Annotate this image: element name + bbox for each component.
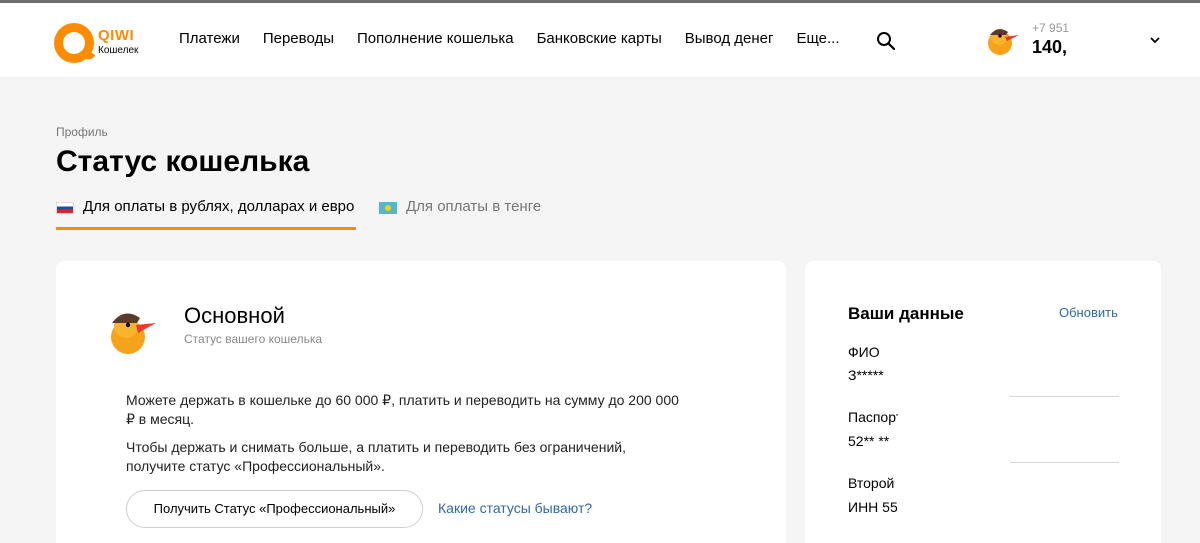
nav-bank-cards[interactable]: Банковские карты <box>537 30 662 47</box>
refresh-link[interactable]: Обновить <box>1059 305 1118 320</box>
chevron-down-icon[interactable] <box>1148 33 1162 47</box>
tab-tenge[interactable]: Для оплаты в тенге <box>379 198 541 230</box>
main-nav: Платежи Переводы Пополнение кошелька Бан… <box>179 30 863 47</box>
nav-payments[interactable]: Платежи <box>179 30 240 47</box>
tab-rub-usd-eur[interactable]: Для оплаты в рублях, долларах и евро <box>56 198 356 230</box>
your-data-card: Ваши данные Обновить ФИО З***** Паспорт … <box>805 261 1161 543</box>
wallet-status-card: Основной Статус вашего кошелька Можете д… <box>56 261 786 543</box>
breadcrumb[interactable]: Профиль <box>56 125 108 139</box>
divider <box>1010 462 1119 463</box>
qiwi-logo[interactable]: QIWI Кошелек <box>54 23 154 67</box>
nav-topup[interactable]: Пополнение кошелька <box>357 30 514 47</box>
your-data-title: Ваши данные <box>848 304 964 323</box>
field-value-passport: 52** ** <box>848 433 890 449</box>
currency-tabs: Для оплаты в рублях, долларах и евро Для… <box>56 198 656 232</box>
field-value-inn: ИНН 55 <box>848 499 898 515</box>
header: QIWI Кошелек Платежи Переводы Пополнение… <box>0 3 1200 77</box>
field-label-fio: ФИО <box>848 344 880 360</box>
duck-avatar-icon <box>988 29 1019 55</box>
logo-brand: QIWI <box>98 27 135 44</box>
user-menu[interactable]: +7 951 140, <box>984 19 1174 65</box>
search-icon[interactable] <box>876 31 896 51</box>
duck-avatar-icon <box>111 313 156 354</box>
nav-transfers[interactable]: Переводы <box>263 30 334 47</box>
field-label-second-doc: Второй <box>848 475 895 491</box>
user-phone: +7 951 <box>1032 21 1070 35</box>
status-upgrade-text: Чтобы держать и снимать больше, а платит… <box>126 439 626 474</box>
kazakhstan-flag-icon <box>379 202 397 214</box>
status-limits-text: Можете держать в кошельке до 60 000 ₽, п… <box>126 392 679 427</box>
nav-more[interactable]: Еще... <box>796 30 839 47</box>
status-name: Основной <box>184 303 285 328</box>
status-subtitle: Статус вашего кошелька <box>184 332 323 346</box>
page-title: Статус кошелька <box>56 145 310 178</box>
user-balance: 140, <box>1032 37 1068 57</box>
nav-withdraw[interactable]: Вывод денег <box>685 30 774 47</box>
tab-label: Для оплаты в рублях, долларах и евро <box>83 198 355 215</box>
divider <box>1010 396 1119 397</box>
field-value-fio: З***** <box>848 367 884 383</box>
field-label-passport: Паспорт <box>848 409 898 425</box>
russia-flag-icon <box>56 202 74 214</box>
logo-subtitle: Кошелек <box>98 45 139 56</box>
statuses-info-link[interactable]: Какие статусы бывают? <box>438 500 592 516</box>
tab-label: Для оплаты в тенге <box>406 198 542 215</box>
get-professional-status-button[interactable]: Получить Статус «Профессиональный» <box>126 490 423 528</box>
